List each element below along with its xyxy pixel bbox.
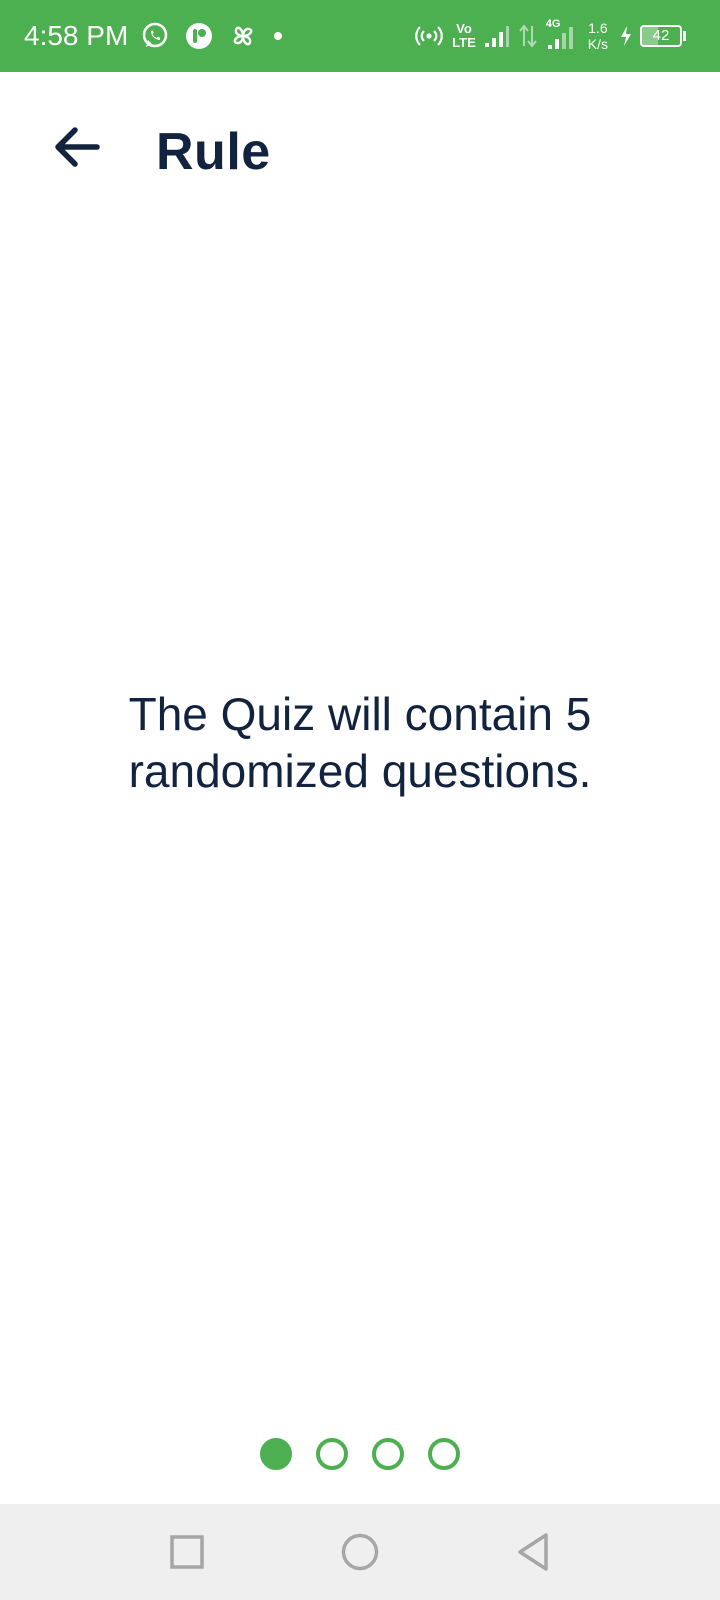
system-nav-bar xyxy=(0,1504,720,1600)
battery-level: 42 xyxy=(652,27,670,44)
status-time: 4:58 PM xyxy=(24,20,129,51)
page-dot-4[interactable] xyxy=(428,1438,460,1470)
data-transfer-icon xyxy=(518,23,538,49)
page-title: Rule xyxy=(156,123,271,181)
page-dot-1[interactable] xyxy=(260,1438,292,1470)
back-triangle-icon xyxy=(518,1533,549,1571)
rule-text: The Quiz will contain 5 randomized quest… xyxy=(128,688,592,797)
page-dot-3[interactable] xyxy=(372,1438,404,1470)
pinwheel-icon xyxy=(228,21,258,51)
home-button[interactable] xyxy=(320,1512,400,1592)
system-back-button[interactable] xyxy=(493,1512,573,1592)
status-bar: 4:58 PM Vo LTE 4G 1.6 K/s 42 xyxy=(0,0,720,72)
charging-icon xyxy=(620,25,632,47)
recents-square-icon xyxy=(169,1535,204,1569)
battery-icon: 42 xyxy=(640,25,686,47)
recents-button[interactable] xyxy=(147,1512,227,1592)
page-indicator xyxy=(0,1437,720,1471)
app-notification-icon xyxy=(184,21,214,51)
page-dot-2[interactable] xyxy=(316,1438,348,1470)
signal-4g-icon: 4G xyxy=(546,18,580,51)
notification-dot-icon xyxy=(272,30,284,42)
hotspot-icon xyxy=(414,23,444,49)
network-speed: 1.6 K/s xyxy=(587,20,608,52)
app-bar: Rule xyxy=(0,72,720,232)
arrow-left-icon xyxy=(55,127,100,167)
back-button[interactable] xyxy=(46,118,110,176)
signal-icon xyxy=(484,23,510,49)
whatsapp-icon xyxy=(140,21,170,51)
home-circle-icon xyxy=(341,1533,379,1571)
volte-indicator: Vo LTE xyxy=(452,21,476,50)
